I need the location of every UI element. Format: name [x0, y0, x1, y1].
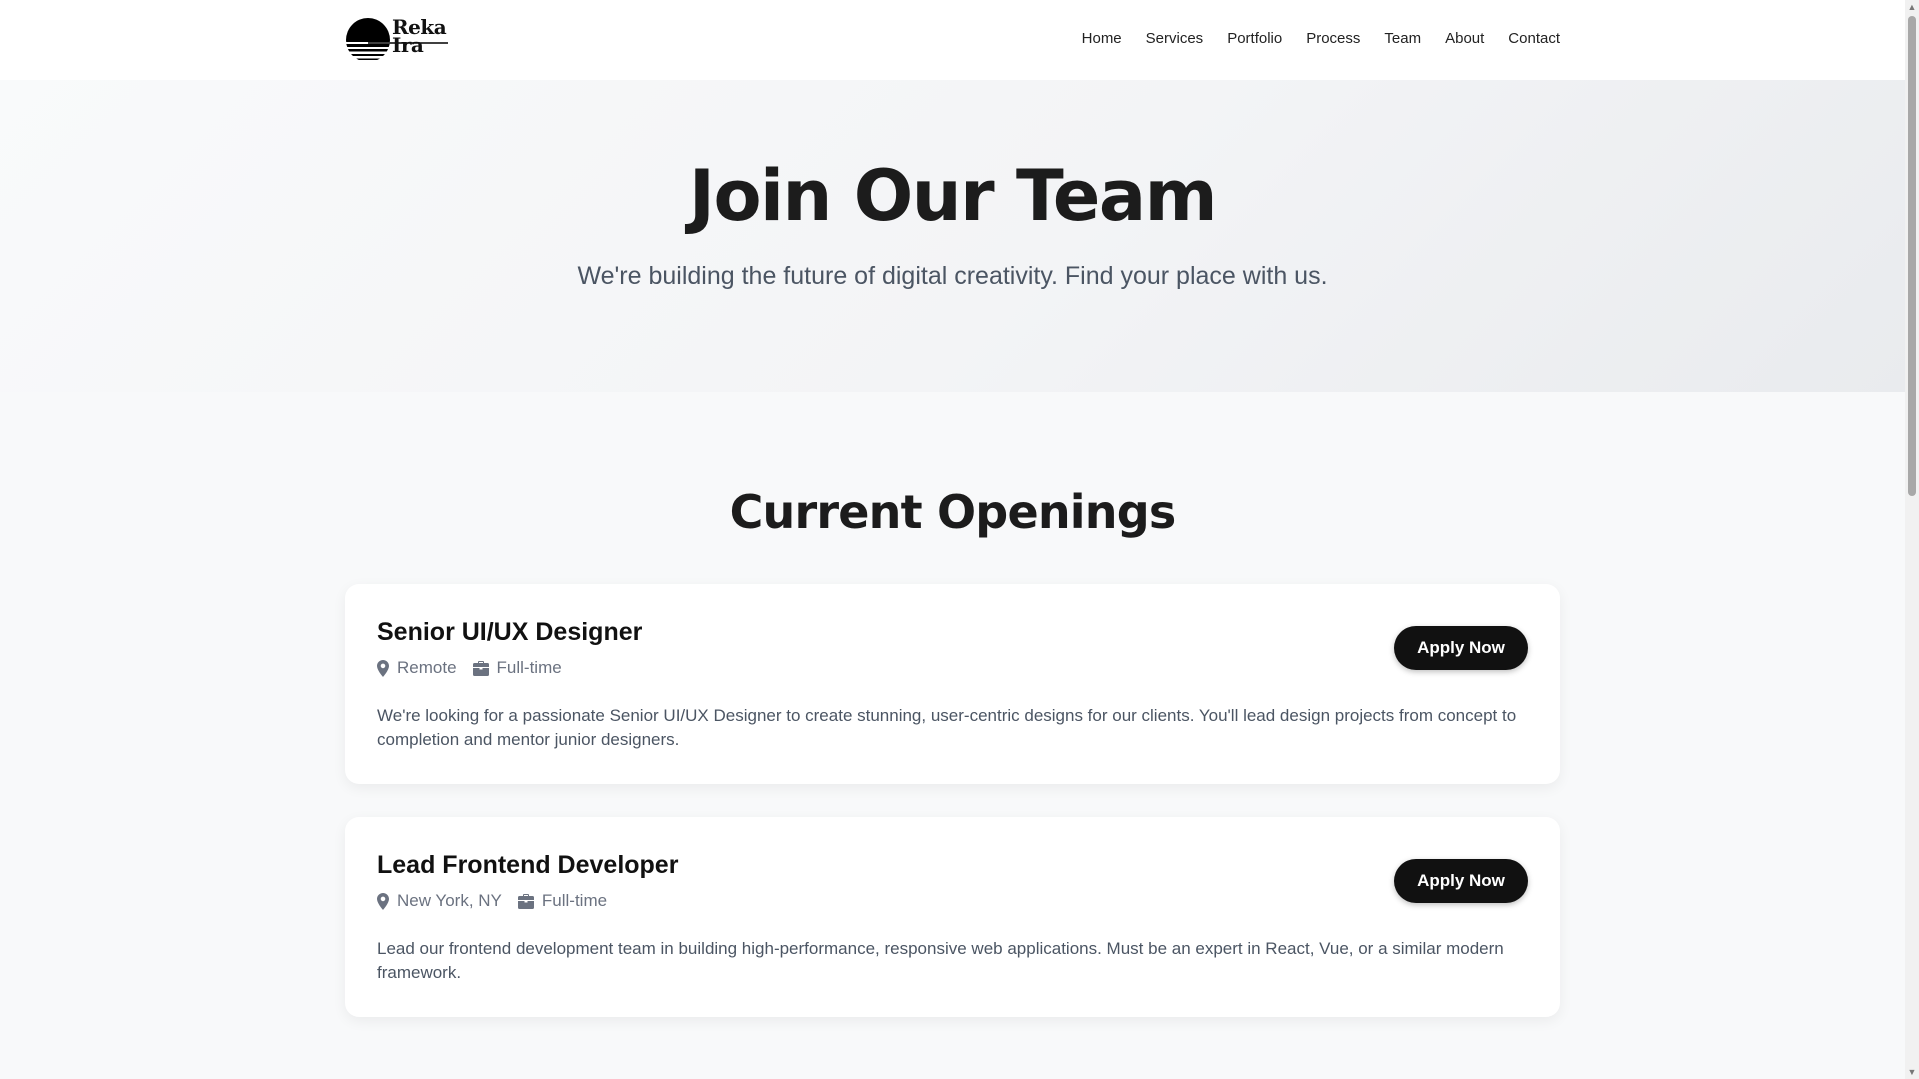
main-nav: Home Services Portfolio Process Team Abo…	[1058, 30, 1560, 47]
nav-portfolio[interactable]: Portfolio	[1227, 30, 1282, 47]
job-type-text: Full-time	[541, 891, 608, 910]
vertical-scrollbar[interactable]: ▲ ▼	[1905, 0, 1919, 1079]
nav-process[interactable]: Process	[1306, 30, 1360, 47]
hero-title: Join Our Team	[688, 155, 1218, 237]
job-meta: New York, NY Full-time	[377, 891, 623, 911]
hero-subtitle: We're building the future of digital cre…	[577, 262, 1328, 290]
job-card: Lead Frontend Developer New York, NY Ful…	[345, 817, 1560, 1017]
job-type: Full-time	[517, 891, 608, 911]
arrow-down-icon[interactable]: ▼	[1907, 1067, 1917, 1077]
job-title: Lead Frontend Developer	[377, 851, 679, 879]
page: Reka Ira Home Services Portfolio Process…	[0, 0, 1905, 1079]
nav-home[interactable]: Home	[1082, 30, 1122, 47]
job-type-text: Full-time	[496, 658, 562, 677]
job-card: Senior UI/UX Designer Remote Full-time W…	[345, 584, 1560, 784]
job-location-text: Remote	[397, 658, 457, 677]
map-pin-icon	[377, 659, 389, 677]
arrow-up-icon[interactable]: ▲	[1907, 2, 1917, 12]
nav-services[interactable]: Services	[1146, 30, 1204, 47]
apply-now-button[interactable]: Apply Now	[1394, 859, 1528, 903]
nav-team[interactable]: Team	[1384, 30, 1421, 47]
openings-title: Current Openings	[729, 485, 1177, 539]
job-description: We're looking for a passionate Senior UI…	[377, 706, 1517, 749]
logo-wordmark: Reka Ira	[392, 17, 447, 55]
scrollbar-thumb[interactable]	[1908, 16, 1916, 496]
apply-now-button[interactable]: Apply Now	[1394, 626, 1528, 670]
job-location: Remote	[377, 658, 457, 678]
map-pin-icon	[377, 892, 389, 910]
hero-section: Join Our Team We're building the future …	[0, 80, 1905, 392]
job-meta: Remote Full-time	[377, 658, 578, 678]
site-header: Reka Ira Home Services Portfolio Process…	[0, 0, 1905, 80]
job-location-text: New York, NY	[397, 891, 502, 910]
job-location: New York, NY	[377, 891, 502, 911]
job-title: Senior UI/UX Designer	[377, 618, 643, 646]
nav-about[interactable]: About	[1445, 30, 1484, 47]
job-type: Full-time	[472, 658, 562, 678]
briefcase-icon	[472, 660, 489, 676]
briefcase-icon	[517, 893, 534, 909]
nav-contact[interactable]: Contact	[1508, 30, 1560, 47]
job-description: Lead our frontend development team in bu…	[377, 939, 1504, 982]
